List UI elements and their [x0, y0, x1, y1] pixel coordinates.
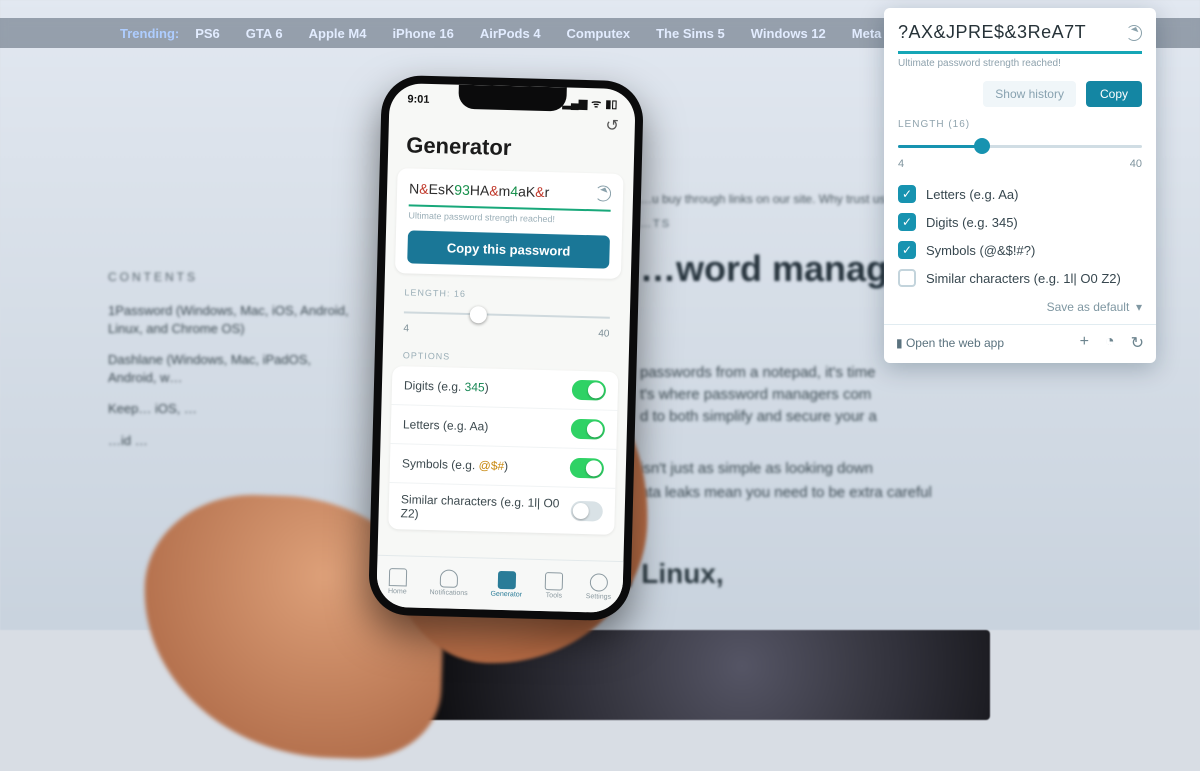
- save-as-default[interactable]: Save as default ▾: [898, 292, 1142, 318]
- option-label: Digits (e.g. 345): [404, 378, 489, 394]
- open-web-app[interactable]: ▮ Open the web app: [896, 336, 1004, 350]
- option-label: Symbols (@&$!#?): [926, 243, 1035, 258]
- tab-bar: Home Notifications Generator Tools Setti…: [376, 555, 623, 613]
- option-row[interactable]: Similar characters (e.g. 1l| O0 Z2): [388, 483, 615, 535]
- trending-item[interactable]: The Sims 5: [656, 26, 725, 41]
- page-title: Generator: [388, 130, 635, 174]
- tab-home[interactable]: Home: [388, 568, 407, 595]
- password-text: ?AX&JPRE$&3ReA7T: [898, 22, 1086, 43]
- copy-password-button[interactable]: Copy this password: [407, 230, 610, 268]
- option-checkbox[interactable]: ✓ Digits (e.g. 345): [898, 208, 1142, 236]
- toggle[interactable]: [570, 458, 605, 479]
- strength-label: Ultimate password strength reached!: [898, 58, 1142, 69]
- length-min: 4: [898, 158, 904, 170]
- password-card: N&EsK93HA&m4aK&r Ultimate password stren…: [395, 168, 624, 279]
- toggle[interactable]: [570, 501, 603, 522]
- tab-tools[interactable]: Tools: [545, 572, 564, 599]
- option-row[interactable]: Letters (e.g. Aa): [390, 405, 617, 450]
- trending-item[interactable]: Computex: [567, 26, 631, 41]
- phone-notch: [458, 85, 567, 112]
- length-label: LENGTH (16): [898, 119, 1142, 130]
- tab-settings[interactable]: Settings: [586, 573, 612, 601]
- option-checkbox[interactable]: ✓ Symbols (@&$!#?): [898, 236, 1142, 264]
- status-time: 9:01: [407, 93, 429, 106]
- trending-item[interactable]: iPhone 16: [392, 26, 453, 41]
- trending-item[interactable]: Apple M4: [309, 26, 367, 41]
- option-label: Digits (e.g. 345): [926, 215, 1018, 230]
- sync-icon[interactable]: ↻: [1131, 333, 1144, 353]
- trending-item[interactable]: AirPods 4: [480, 26, 541, 41]
- toggle[interactable]: [572, 380, 607, 401]
- regenerate-icon[interactable]: [1126, 25, 1142, 41]
- option-label: Symbols (e.g. @$#): [402, 456, 509, 473]
- password-generator-popup: ?AX&JPRE$&3ReA7T Ultimate password stren…: [884, 8, 1156, 363]
- regenerate-icon[interactable]: [595, 185, 611, 201]
- trending-item[interactable]: GTA 6: [246, 26, 283, 41]
- option-label: Letters (e.g. Aa): [926, 187, 1019, 202]
- checkbox-icon: ✓: [898, 185, 916, 203]
- copy-button[interactable]: Copy: [1086, 81, 1142, 107]
- wifi-icon: ᯤ: [591, 96, 601, 111]
- option-label: Similar characters (e.g. 1l| O0 Z2): [926, 271, 1121, 286]
- option-checkbox[interactable]: Similar characters (e.g. 1l| O0 Z2): [898, 264, 1142, 292]
- option-row[interactable]: Symbols (e.g. @$#): [389, 444, 616, 489]
- toggle[interactable]: [571, 419, 606, 440]
- tab-notifications[interactable]: Notifications: [429, 569, 468, 597]
- option-label: Similar characters (e.g. 1l| O0 Z2): [400, 492, 571, 524]
- option-checkbox[interactable]: ✓ Letters (e.g. Aa): [898, 180, 1142, 208]
- trending-item[interactable]: PS6: [195, 26, 220, 41]
- length-max: 40: [598, 328, 609, 339]
- trending-item[interactable]: Windows 12: [751, 26, 826, 41]
- options-list: Digits (e.g. 345) Letters (e.g. Aa) Symbol…: [388, 366, 618, 535]
- length-max: 40: [1130, 158, 1142, 170]
- length-slider[interactable]: [898, 136, 1142, 156]
- checkbox-icon: ✓: [898, 213, 916, 231]
- slider-knob[interactable]: [470, 306, 487, 323]
- length-min: 4: [403, 323, 409, 334]
- history-icon[interactable]: ↺: [605, 116, 619, 136]
- generated-password[interactable]: ?AX&JPRE$&3ReA7T: [898, 22, 1142, 43]
- phone-screen: 9:01 ▂▄▆ ᯤ ▮▯ ↺ Generator N&EsK93HA&m4aK…: [376, 83, 636, 613]
- options-label: OPTIONS: [383, 336, 630, 370]
- battery-icon: ▮▯: [605, 98, 617, 111]
- show-history-button[interactable]: Show history: [983, 81, 1076, 107]
- option-label: Letters (e.g. Aa): [403, 417, 489, 433]
- strength-label: Ultimate password strength reached!: [408, 210, 610, 225]
- checkbox-icon: ✓: [898, 241, 916, 259]
- trending-label: Trending:: [120, 26, 179, 41]
- tab-generator[interactable]: Generator: [490, 571, 522, 599]
- phone-frame: 9:01 ▂▄▆ ᯤ ▮▯ ↺ Generator N&EsK93HA&m4aK…: [368, 75, 644, 622]
- add-icon[interactable]: +: [1080, 333, 1089, 353]
- generated-password[interactable]: N&EsK93HA&m4aK&r: [409, 180, 611, 201]
- strength-bar: [898, 51, 1142, 54]
- slider-knob[interactable]: [974, 138, 990, 154]
- checkbox-icon: [898, 269, 916, 287]
- option-row[interactable]: Digits (e.g. 345): [391, 366, 618, 411]
- notifications-icon[interactable]: ◔: [1105, 333, 1115, 353]
